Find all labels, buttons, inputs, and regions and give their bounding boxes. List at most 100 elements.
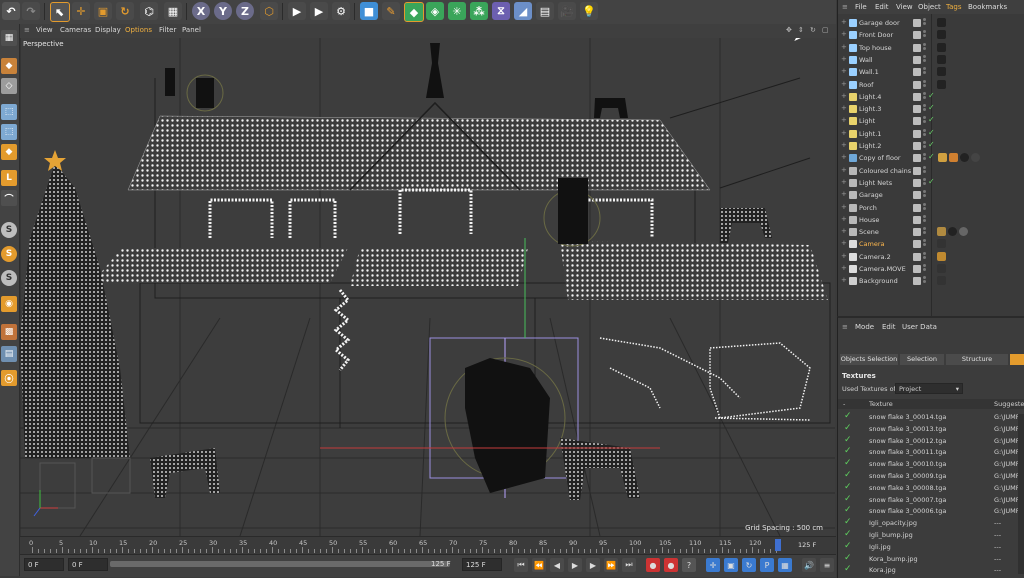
visibility-toggle-icon[interactable]: [913, 92, 921, 101]
phong-tag-icon[interactable]: [937, 18, 946, 27]
expand-icon[interactable]: +: [841, 18, 847, 26]
editor-render-dots-icon[interactable]: [923, 214, 926, 225]
object-row[interactable]: + Coloured chains: [838, 165, 1024, 177]
expand-icon[interactable]: +: [841, 129, 847, 137]
protection-tag-icon[interactable]: [937, 239, 946, 249]
texture-row[interactable]: ✓ Igli.jpg ---: [838, 541, 1024, 553]
visibility-toggle-icon[interactable]: [913, 203, 921, 212]
expand-icon[interactable]: +: [841, 252, 847, 260]
om-menu-object[interactable]: Object: [918, 3, 941, 11]
object-row[interactable]: + Garage door: [838, 17, 1024, 29]
timeline-ruler[interactable]: 0 5 10 15 20 25 30 35 40 45 50 55 60 65 70 75 80 85 90 95 10…: [20, 536, 836, 555]
phong-tag-icon[interactable]: [937, 79, 946, 89]
expand-icon[interactable]: +: [841, 178, 847, 186]
workplane-icon[interactable]: ◉: [1, 296, 17, 312]
mograph-cloner-icon[interactable]: ⁂: [470, 2, 488, 20]
object-row[interactable]: + Background: [838, 275, 1024, 287]
editor-render-dots-icon[interactable]: [923, 30, 926, 40]
visibility-toggle-icon[interactable]: [913, 31, 921, 40]
object-row[interactable]: + Roof: [838, 79, 1024, 91]
expand-icon[interactable]: +: [841, 55, 847, 63]
enabled-check-icon[interactable]: ✓: [928, 152, 935, 161]
visibility-toggle-icon[interactable]: [913, 129, 921, 138]
make-editable-icon[interactable]: ▦: [1, 30, 17, 46]
tab-textures[interactable]: [1010, 354, 1024, 365]
enabled-check-icon[interactable]: ✓: [928, 140, 935, 149]
object-row[interactable]: + Light ✓: [838, 115, 1024, 127]
sculpt-layout-icon[interactable]: ⦿: [1, 370, 17, 386]
previous-key-icon[interactable]: ⏪: [532, 558, 546, 572]
visibility-toggle-icon[interactable]: [913, 178, 921, 187]
expand-icon[interactable]: +: [841, 276, 847, 284]
visibility-toggle-icon[interactable]: [913, 117, 921, 126]
editor-render-dots-icon[interactable]: [923, 276, 926, 286]
texture-row[interactable]: ✓ Igli_opacity.jpg ---: [838, 517, 1024, 529]
object-row[interactable]: + Copy of floor ✓: [838, 152, 1024, 164]
col-suggested[interactable]: Suggested: [994, 400, 1024, 408]
phong-tag-icon[interactable]: [937, 67, 946, 77]
render-region-icon[interactable]: ▦: [164, 2, 182, 20]
material-tag-icon[interactable]: [938, 153, 947, 163]
visibility-toggle-icon[interactable]: [913, 166, 921, 175]
model-mode-icon[interactable]: ◆: [1, 58, 17, 74]
tweak-mode-icon[interactable]: ⌒: [1, 190, 17, 206]
material-tag-icon[interactable]: [959, 227, 968, 237]
object-row[interactable]: + Scene: [838, 226, 1024, 238]
texture-row[interactable]: ✓ Igli_bump.jpg ---: [838, 529, 1024, 541]
material-tag-icon[interactable]: [937, 276, 946, 286]
object-row[interactable]: + Camera: [838, 238, 1024, 250]
phong-tag-icon[interactable]: [937, 54, 946, 64]
expand-icon[interactable]: +: [841, 166, 847, 174]
previous-frame-icon[interactable]: ◀: [550, 558, 564, 572]
material-tag-icon[interactable]: [960, 153, 969, 163]
expand-icon[interactable]: +: [841, 227, 847, 235]
texture-row[interactable]: ✓ snow flake 3_00012.tga G:\JUMP\: [838, 435, 1024, 447]
texture-mode-icon[interactable]: ◇: [1, 78, 17, 94]
object-row[interactable]: + Light.2 ✓: [838, 140, 1024, 152]
deformer-icon[interactable]: ⧖: [492, 2, 510, 20]
expand-icon[interactable]: +: [841, 43, 847, 51]
editor-render-dots-icon[interactable]: [923, 42, 926, 53]
editor-render-dots-icon[interactable]: [923, 91, 926, 102]
enabled-check-icon[interactable]: ✓: [928, 103, 935, 112]
texture-row[interactable]: ✓ Kora_bump.jpg ---: [838, 553, 1024, 565]
texture-row[interactable]: ✓ Kora.jpg ---: [838, 564, 1024, 576]
light-object-icon[interactable]: 💡: [580, 2, 598, 20]
am-menu-edit[interactable]: Edit: [882, 323, 896, 331]
used-textures-dropdown[interactable]: Project ▾: [895, 383, 963, 394]
am-grip-icon[interactable]: ≡: [842, 323, 848, 331]
editor-render-dots-icon[interactable]: [923, 153, 926, 163]
snap-settings-icon[interactable]: S: [1, 246, 17, 262]
playhead-end-marker[interactable]: [775, 539, 781, 551]
visibility-toggle-icon[interactable]: [913, 215, 921, 224]
object-row[interactable]: + House: [838, 214, 1024, 226]
visibility-toggle-icon[interactable]: [913, 240, 921, 249]
menu-display[interactable]: Display: [95, 26, 121, 34]
visibility-toggle-icon[interactable]: [913, 154, 921, 163]
floor-object-icon[interactable]: ▤: [536, 2, 554, 20]
go-to-end-icon[interactable]: ⏭: [622, 558, 636, 572]
key-pla-icon[interactable]: ▦: [778, 558, 792, 572]
visibility-toggle-icon[interactable]: [913, 191, 921, 200]
editor-render-dots-icon[interactable]: [923, 18, 926, 28]
enabled-check-icon[interactable]: ✓: [928, 115, 935, 124]
object-row[interactable]: + Top house: [838, 42, 1024, 54]
expand-icon[interactable]: +: [841, 92, 847, 100]
viewport-toggle-icon[interactable]: ▢: [822, 26, 829, 34]
texture-row[interactable]: ✓ snow flake 3_00014.tga G:\JUMP\: [838, 411, 1024, 423]
axis-mode-icon[interactable]: L: [1, 170, 17, 186]
next-frame-icon[interactable]: ▶: [586, 558, 600, 572]
menu-panel[interactable]: Panel: [182, 26, 201, 34]
timeline-menu-icon[interactable]: ≡: [820, 558, 834, 572]
redo-icon[interactable]: ↷: [22, 2, 40, 20]
next-key-icon[interactable]: ⏩: [604, 558, 618, 572]
x-axis-toggle[interactable]: X: [192, 2, 210, 20]
editor-render-dots-icon[interactable]: [923, 202, 926, 213]
render-picture-viewer-icon[interactable]: ▶: [310, 2, 328, 20]
play-icon[interactable]: ▶: [568, 558, 582, 572]
texture-row[interactable]: ✓ snow flake 3_00008.tga G:\JUMP\: [838, 482, 1024, 494]
phong-tag-icon[interactable]: [937, 42, 946, 52]
start-frame-field[interactable]: 0 F: [68, 558, 108, 571]
viewport-zoom-icon[interactable]: ⇕: [798, 26, 804, 34]
expand-icon[interactable]: +: [841, 264, 847, 272]
